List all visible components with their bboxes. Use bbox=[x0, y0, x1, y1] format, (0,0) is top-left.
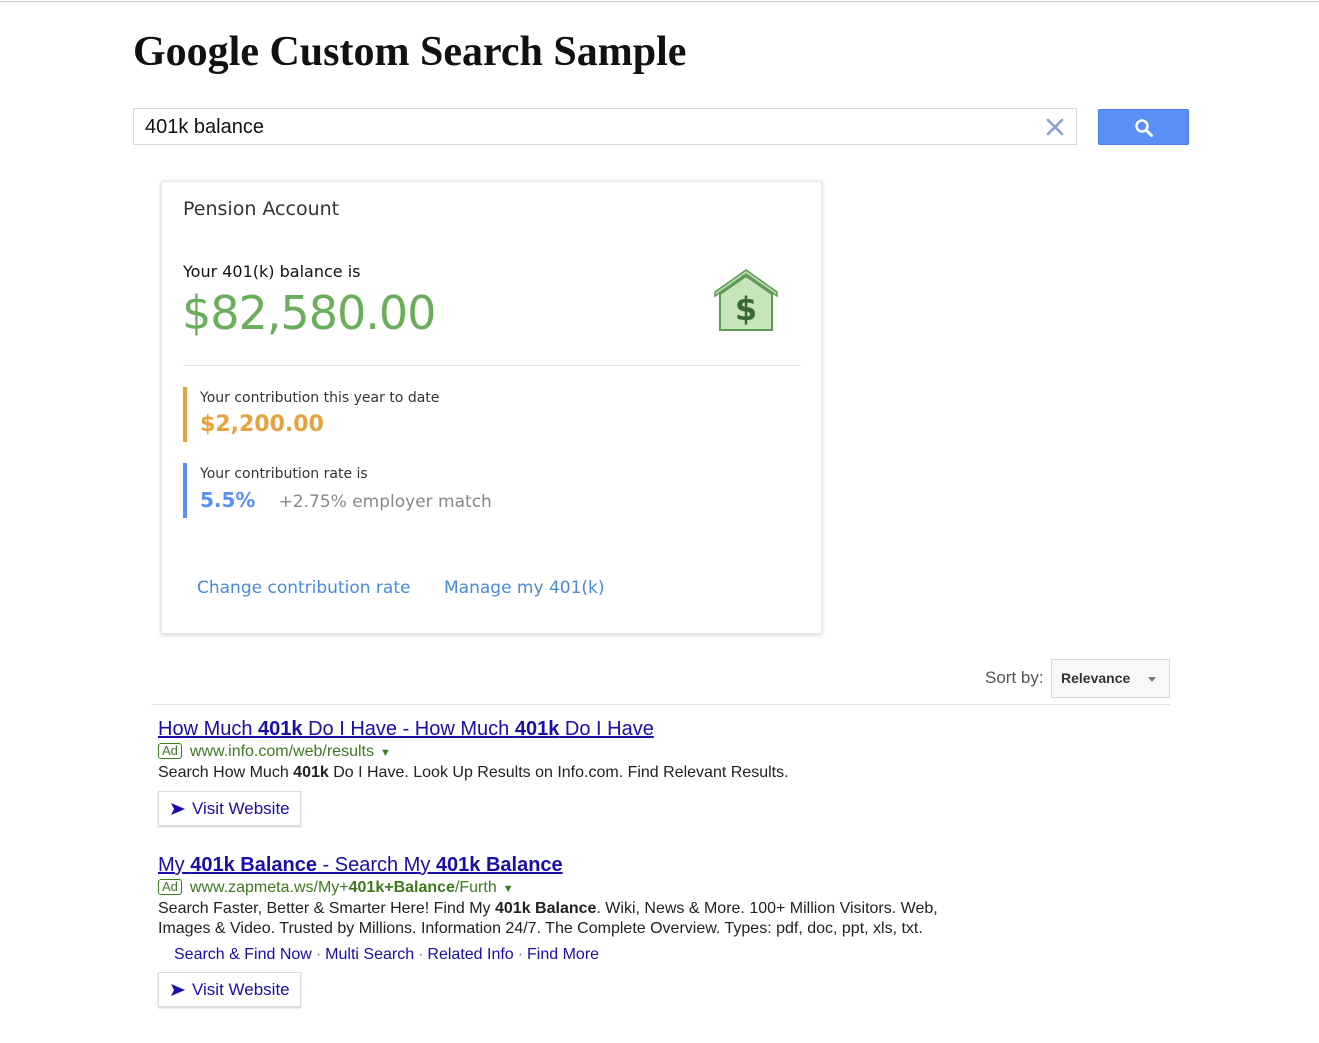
caret-down-icon[interactable]: ▼ bbox=[503, 883, 514, 895]
visit-website-label: Visit Website bbox=[192, 980, 290, 999]
result-description: Search How Much 401k Do I Have. Look Up … bbox=[158, 764, 789, 781]
top-border bbox=[0, 1, 1319, 2]
visit-website-button[interactable]: Visit Website bbox=[158, 791, 301, 826]
result-url-link[interactable]: www.info.com/web/results bbox=[190, 743, 374, 760]
change-contribution-link[interactable]: Change contribution rate bbox=[197, 578, 410, 598]
search-button[interactable] bbox=[1098, 109, 1189, 145]
result-url: Ad www.zapmeta.ws/My+401k+Balance/Furth ▼ bbox=[158, 878, 958, 899]
result-url: Ad www.info.com/web/results ▼ bbox=[158, 742, 958, 763]
manage-401k-link[interactable]: Manage my 401(k) bbox=[444, 578, 605, 598]
balance-value: $82,580.00 bbox=[182, 286, 436, 340]
search-input[interactable] bbox=[145, 115, 1025, 139]
search-icon bbox=[1135, 119, 1153, 137]
card-divider bbox=[183, 365, 801, 366]
result-title-link[interactable]: My 401k Balance - Search My 401k Balance bbox=[158, 853, 958, 877]
sitelink[interactable]: Multi Search bbox=[325, 946, 414, 963]
visit-website-button[interactable]: Visit Website bbox=[158, 972, 301, 1007]
arrow-right-icon bbox=[171, 803, 185, 815]
chevron-down-icon bbox=[1148, 677, 1156, 682]
rate-stat: Your contribution rate is 5.5% +2.75% em… bbox=[183, 463, 492, 518]
visit-website-label: Visit Website bbox=[192, 799, 290, 818]
result-title-link[interactable]: How Much 401k Do I Have - How Much 401k … bbox=[158, 717, 958, 741]
sitelinks: Search & Find Now · Multi Search · Related I… bbox=[174, 946, 600, 963]
svg-text:$: $ bbox=[735, 290, 757, 328]
house-dollar-icon: $ bbox=[714, 269, 778, 331]
result-description: Search Faster, Better & Smarter Here! Fi… bbox=[158, 900, 938, 937]
ad-badge: Ad bbox=[158, 879, 182, 895]
sort-label: Sort by: bbox=[985, 668, 1044, 687]
card-title: Pension Account bbox=[183, 198, 340, 220]
ad-badge: Ad bbox=[158, 743, 182, 759]
contribution-stat: Your contribution this year to date $2,2… bbox=[183, 387, 439, 442]
clear-icon[interactable] bbox=[1044, 115, 1066, 139]
sort-value: Relevance bbox=[1061, 670, 1131, 686]
ad-result: How Much 401k Do I Have - How Much 401k … bbox=[158, 717, 958, 826]
ad-result: My 401k Balance - Search My 401k Balance… bbox=[158, 853, 958, 1007]
employer-match: +2.75% employer match bbox=[278, 492, 492, 512]
balance-label: Your 401(k) balance is bbox=[183, 262, 361, 281]
sitelink[interactable]: Related Info bbox=[427, 946, 513, 963]
arrow-right-icon bbox=[171, 984, 185, 996]
rate-value: 5.5% bbox=[200, 488, 256, 512]
results-divider bbox=[151, 704, 1170, 705]
contribution-label: Your contribution this year to date bbox=[200, 390, 440, 406]
pension-account-card: Pension Account Your 401(k) balance is $… bbox=[161, 181, 822, 634]
search-box bbox=[133, 108, 1077, 145]
sort-dropdown[interactable]: Relevance bbox=[1051, 659, 1170, 698]
sitelink[interactable]: Search & Find Now bbox=[174, 946, 312, 963]
contribution-value: $2,200.00 bbox=[200, 412, 324, 437]
sitelink[interactable]: Find More bbox=[527, 946, 599, 963]
caret-down-icon[interactable]: ▼ bbox=[380, 747, 391, 759]
result-url-link[interactable]: www.zapmeta.ws/My+401k+Balance/Furth bbox=[190, 879, 497, 896]
rate-label: Your contribution rate is bbox=[200, 466, 368, 482]
page-title: Google Custom Search Sample bbox=[133, 29, 687, 75]
